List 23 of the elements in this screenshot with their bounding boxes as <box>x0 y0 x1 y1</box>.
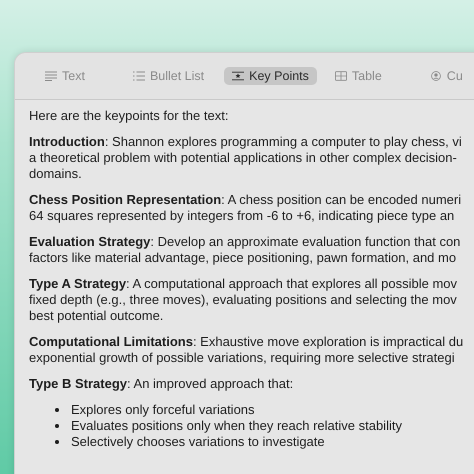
key-point-paragraph: Computational Limitations: Exhaustive move exploration is impractical du exponential growth of possible variations, requiring more selective strategi <box>29 334 464 366</box>
bullet-item: Selectively chooses variations to investigate <box>71 434 325 450</box>
star-lines-icon <box>232 71 244 81</box>
view-tab[interactable]: Key Points <box>224 67 317 85</box>
bullet-icon <box>55 408 59 412</box>
key-point-paragraph: Chess Position Representation: A chess position can be encoded numeri 64 squares represented by integers from -6 to +6, indicating piece type an <box>29 192 462 224</box>
view-tab[interactable]: Table <box>326 67 390 85</box>
view-tab[interactable]: Cu <box>422 67 471 85</box>
bullet-item: Explores only forceful variations <box>71 402 255 418</box>
bullet-item: Evaluates positions only when they reach relative stability <box>71 418 402 434</box>
key-point-paragraph: Type A Strategy: A computational approach that explores all possible mov fixed depth (e.g., three moves), evaluating positions and selecting the mov best potential outcome. <box>29 276 458 324</box>
bullet-icon <box>55 440 59 444</box>
bullet-icon <box>55 424 59 428</box>
list-icon <box>132 71 145 81</box>
intro-text: Here are the keypoints for the text: <box>29 108 230 124</box>
person-circle-icon <box>430 71 442 81</box>
key-point-paragraph: Evaluation Strategy: Develop an approximate evaluation function that con factors like material advantage, piece positioning, pawn formation, and mo <box>29 234 462 266</box>
key-point-paragraph: Introduction: Shannon explores programming a computer to play chess, vi a theoretical problem with potential applications in other complex decision- domains. <box>29 134 463 182</box>
key-point-paragraph: Type B Strategy: An improved approach that: <box>29 376 294 392</box>
view-tab[interactable]: Bullet List <box>124 67 212 85</box>
text-lines-icon <box>45 71 57 81</box>
table-icon <box>334 71 347 81</box>
view-tab[interactable]: Text <box>37 67 93 85</box>
